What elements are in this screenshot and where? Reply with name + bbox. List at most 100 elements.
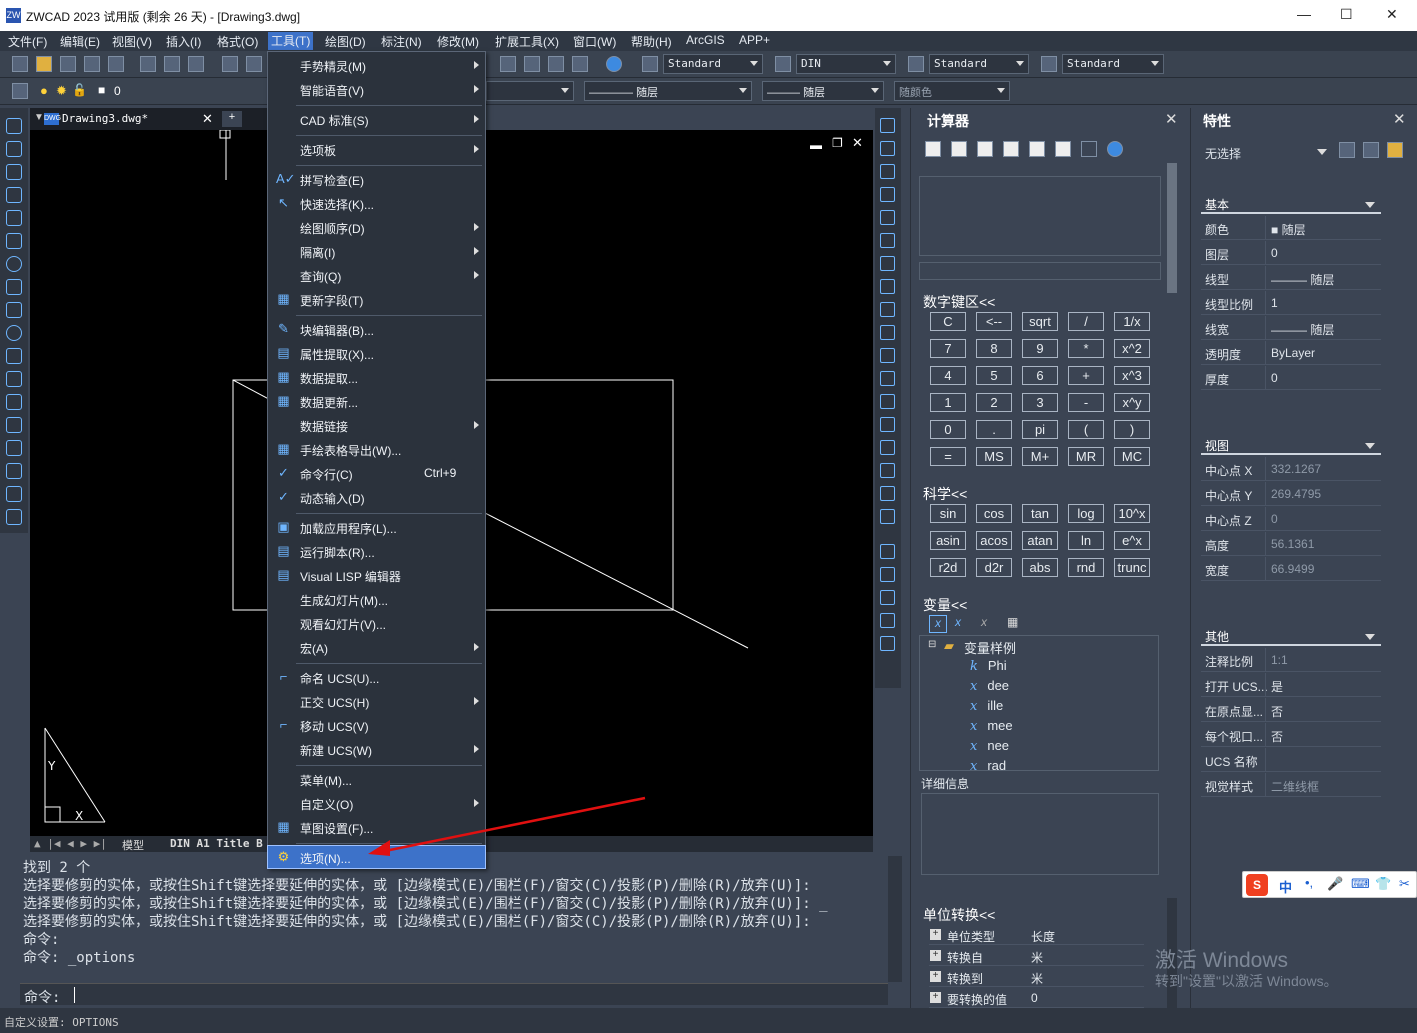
print-icon[interactable] bbox=[140, 56, 156, 72]
menu-item[interactable]: ↖ 快速选择(K)... bbox=[268, 192, 485, 214]
menu-format[interactable]: 格式(O) bbox=[217, 33, 258, 50]
layers-icon[interactable] bbox=[108, 56, 124, 72]
menu-item[interactable]: ▤ 属性提取(X)... bbox=[268, 342, 485, 364]
num-key[interactable]: 3 bbox=[1022, 393, 1058, 412]
property-row[interactable]: 在原点显... 否 bbox=[1201, 698, 1381, 722]
edit-variable-icon[interactable]: x bbox=[955, 615, 961, 629]
sci-key[interactable]: trunc bbox=[1114, 558, 1150, 577]
num-key[interactable]: ) bbox=[1114, 420, 1150, 439]
spline-icon[interactable] bbox=[6, 302, 22, 318]
collapse-arrow-icon[interactable] bbox=[1365, 634, 1375, 640]
unit-row[interactable]: + 单位类型 长度 bbox=[929, 924, 1144, 945]
table-style-select[interactable]: Standard bbox=[929, 54, 1029, 74]
property-row[interactable]: 宽度 66.9499 bbox=[1201, 557, 1381, 581]
calculator-close-icon[interactable]: ✕ bbox=[1165, 110, 1178, 128]
menu-item[interactable]: ⌐ 命名 UCS(U)... bbox=[268, 666, 485, 688]
sci-key[interactable]: log bbox=[1068, 504, 1104, 523]
var-item[interactable]: x rad bbox=[970, 758, 1006, 774]
var-item[interactable]: x ille bbox=[970, 698, 1003, 714]
menu-draw[interactable]: 绘图(D) bbox=[325, 33, 366, 50]
menu-item[interactable]: ▤ 运行脚本(R)... bbox=[268, 540, 485, 562]
num-key[interactable]: 1/x bbox=[1114, 312, 1150, 331]
sci-key[interactable]: 10^x bbox=[1114, 504, 1150, 523]
menu-item[interactable]: 宏(A) bbox=[268, 636, 485, 658]
num-key[interactable]: C bbox=[930, 312, 966, 331]
menu-item[interactable]: 手势精灵(M) bbox=[268, 54, 485, 76]
scale-icon[interactable] bbox=[880, 279, 895, 294]
property-row[interactable]: 厚度 0 bbox=[1201, 366, 1381, 390]
polygon-icon[interactable] bbox=[6, 187, 22, 203]
draworder-front-icon[interactable] bbox=[880, 544, 895, 559]
num-key[interactable]: pi bbox=[1022, 420, 1058, 439]
menu-dimension[interactable]: 标注(N) bbox=[381, 33, 422, 50]
collapse-arrow-icon[interactable] bbox=[1365, 443, 1375, 449]
num-key[interactable]: 6 bbox=[1022, 366, 1058, 385]
var-item[interactable]: k Phi bbox=[970, 658, 1007, 674]
menu-item[interactable]: CAD 标准(S) bbox=[268, 108, 485, 130]
fillet-icon[interactable] bbox=[880, 440, 895, 455]
menu-item[interactable]: 选项板 bbox=[268, 138, 485, 160]
distance-icon[interactable] bbox=[1029, 141, 1045, 157]
sci-key[interactable]: ln bbox=[1068, 531, 1104, 550]
menu-modify[interactable]: 修改(M) bbox=[437, 33, 479, 50]
menu-insert[interactable]: 插入(I) bbox=[166, 33, 201, 50]
variables-title[interactable]: 变量<< bbox=[923, 595, 967, 615]
num-key[interactable]: * bbox=[1068, 339, 1104, 358]
new-variable-icon[interactable]: x bbox=[929, 615, 947, 633]
num-key[interactable]: <-- bbox=[976, 312, 1012, 331]
tab-layout[interactable]: DIN A1 Title B bbox=[170, 837, 263, 850]
draworder-above-icon[interactable] bbox=[880, 590, 895, 605]
edit-hatch-icon[interactable] bbox=[880, 509, 895, 524]
circle-icon[interactable] bbox=[6, 256, 22, 272]
insert-block-icon[interactable] bbox=[6, 371, 22, 387]
property-row[interactable]: 中心点 X 332.1267 bbox=[1201, 457, 1381, 481]
property-row[interactable]: 颜色 ■ 随层 bbox=[1201, 216, 1381, 240]
draworder-back-icon[interactable] bbox=[880, 567, 895, 582]
menu-item[interactable]: ⌐ 移动 UCS(V) bbox=[268, 714, 485, 736]
num-key[interactable]: . bbox=[976, 420, 1012, 439]
ime-lang[interactable]: 中 bbox=[1279, 877, 1292, 896]
viewport-close-icon[interactable]: ✕ bbox=[852, 135, 863, 151]
intersection-icon[interactable] bbox=[1081, 141, 1097, 157]
property-row[interactable]: 线型比例 1 bbox=[1201, 291, 1381, 315]
tree-collapse-icon[interactable]: ⊟ bbox=[928, 639, 936, 650]
property-row[interactable]: 透明度 ByLayer bbox=[1201, 341, 1381, 365]
erase-icon[interactable] bbox=[880, 118, 895, 133]
cmd-scrollbar[interactable] bbox=[888, 856, 902, 982]
grid-icon[interactable] bbox=[524, 56, 540, 72]
tab-scroll-icons[interactable]: ▲ |◀ ◀ ▶ ▶| bbox=[34, 837, 107, 850]
hatch-icon[interactable] bbox=[6, 440, 22, 456]
new-file-icon[interactable] bbox=[12, 56, 28, 72]
num-key[interactable]: 5 bbox=[976, 366, 1012, 385]
calc-scrollbar[interactable] bbox=[1167, 163, 1177, 293]
var-item[interactable]: x dee bbox=[970, 678, 1009, 694]
properties-close-icon[interactable]: ✕ bbox=[1393, 110, 1406, 128]
property-row[interactable]: 视觉样式 二维线框 bbox=[1201, 773, 1381, 797]
menu-item[interactable]: ✓ 动态输入(D) bbox=[268, 486, 485, 508]
angle-icon[interactable] bbox=[1055, 141, 1071, 157]
num-key[interactable]: / bbox=[1068, 312, 1104, 331]
viewport-restore-icon[interactable]: ❐ bbox=[832, 136, 843, 150]
open-folder-icon[interactable] bbox=[36, 56, 52, 72]
menu-extend-tools[interactable]: 扩展工具(X) bbox=[495, 33, 559, 50]
calc-grid-icon[interactable]: ▦ bbox=[1007, 615, 1018, 629]
print-preview-icon[interactable] bbox=[164, 56, 180, 72]
sci-key[interactable]: atan bbox=[1022, 531, 1058, 550]
lineweight-select[interactable]: ——— 随层 bbox=[762, 81, 884, 101]
numpad-title[interactable]: 数字键区<< bbox=[923, 292, 995, 312]
close-button[interactable]: ✕ bbox=[1386, 6, 1398, 23]
extend-icon[interactable] bbox=[880, 348, 895, 363]
command-input[interactable]: 命令: bbox=[20, 983, 888, 1006]
property-group[interactable]: 基本 bbox=[1201, 194, 1381, 214]
maximize-button[interactable]: ☐ bbox=[1340, 6, 1353, 23]
property-row[interactable]: 高度 56.1361 bbox=[1201, 532, 1381, 556]
menu-item[interactable]: 智能语音(V) bbox=[268, 78, 485, 100]
move-icon[interactable] bbox=[880, 233, 895, 248]
table-draw-icon[interactable] bbox=[6, 486, 22, 502]
menu-item[interactable]: 正交 UCS(H) bbox=[268, 690, 485, 712]
layer-select[interactable]: ● ✹ 🔓 ■ 0 bbox=[38, 83, 128, 101]
ime-skin-icon[interactable]: 👕 bbox=[1375, 876, 1391, 892]
sci-key[interactable]: d2r bbox=[976, 558, 1012, 577]
menu-item[interactable]: 隔离(I) bbox=[268, 240, 485, 262]
num-key[interactable]: x^y bbox=[1114, 393, 1150, 412]
